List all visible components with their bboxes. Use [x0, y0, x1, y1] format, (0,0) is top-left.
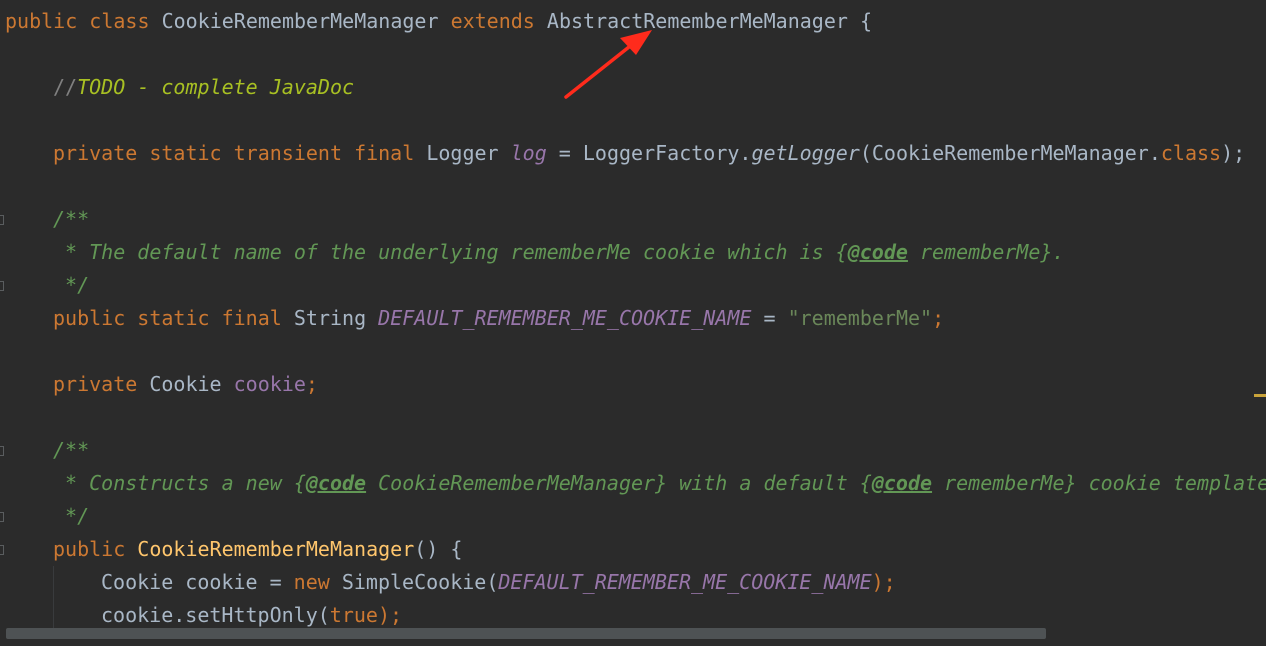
code-editor[interactable]: public class CookieRememberMeManager ext… — [0, 0, 1266, 646]
red-arrow-icon — [564, 30, 652, 99]
